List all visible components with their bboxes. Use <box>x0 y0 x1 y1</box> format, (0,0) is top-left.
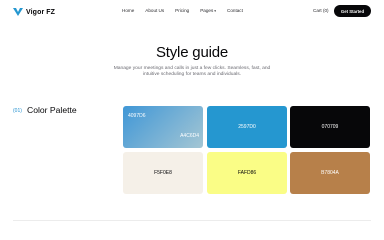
color-swatch-brown: B7804A <box>290 152 370 194</box>
color-swatch-black: 070709 <box>290 106 370 148</box>
top-navigation: Vigor FZ Home About Us Pricing Pages▾ Co… <box>0 0 384 24</box>
section-number: (01) <box>13 108 22 114</box>
swatch-hex-label: A4C6D4 <box>180 133 199 139</box>
menu-item-pages-label: Pages <box>200 8 214 13</box>
section-title: Color Palette <box>27 105 77 115</box>
logo-text: Vigor FZ <box>26 8 56 16</box>
page-subtitle: Manage your meetings and calls in just a… <box>113 66 271 78</box>
swatch-hex-label: 2597D0 <box>238 124 256 130</box>
chevron-down-icon: ▾ <box>214 9 217 13</box>
page-title: Style guide <box>155 44 229 61</box>
menu-item-pricing[interactable]: Pricing <box>175 8 189 13</box>
swatch-hex-label: F5F0E8 <box>154 170 172 176</box>
swatch-hex-label: 070709 <box>321 124 339 130</box>
logo-mark-icon <box>13 8 23 16</box>
menu-item-about-us[interactable]: About Us <box>145 8 164 13</box>
menu-item-home[interactable]: Home <box>122 8 134 13</box>
swatch-hex-label: FAFD86 <box>237 170 257 176</box>
menu-item-pages[interactable]: Pages▾ <box>200 8 216 13</box>
logo[interactable]: Vigor FZ <box>13 6 55 18</box>
color-swatch-yellow: FAFD86 <box>207 152 287 194</box>
cart-link[interactable]: Cart (0) <box>313 8 329 13</box>
color-swatch-cream: F5F0E8 <box>123 152 203 194</box>
section-divider <box>13 220 371 221</box>
color-swatch-blue: 2597D0 <box>207 106 287 148</box>
menu-item-contact[interactable]: Contact <box>227 8 243 13</box>
get-started-button[interactable]: Get Started <box>334 5 371 17</box>
swatch-hex-label: 4097D6 <box>128 113 146 119</box>
swatch-hex-label: B7804A <box>321 170 339 176</box>
color-swatch-gradient: 4097D6 A4C6D4 <box>123 106 203 148</box>
main-menu: Home About Us Pricing Pages▾ Contact <box>122 8 254 13</box>
